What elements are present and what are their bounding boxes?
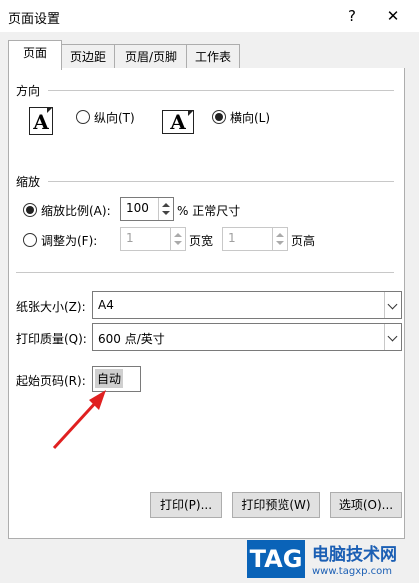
tab-sheet[interactable]: 工作表 [186, 44, 240, 69]
fit-tall-value[interactable]: 1 [228, 231, 236, 245]
section-divider [16, 272, 394, 273]
landscape-page-icon: A [162, 110, 194, 134]
print-button[interactable]: 打印(P)... [150, 492, 222, 518]
fit-wide-arrows[interactable] [170, 228, 185, 250]
paper-size-select[interactable]: A4 [92, 291, 402, 319]
portrait-label[interactable]: 纵向(T) [94, 109, 135, 126]
adjust-suffix: % 正常尺寸 [177, 204, 241, 218]
orientation-divider [48, 90, 394, 91]
spin-up-icon[interactable] [174, 233, 182, 237]
spin-down-icon[interactable] [276, 241, 284, 245]
fit-wide-value[interactable]: 1 [126, 231, 134, 245]
adjust-label[interactable]: 缩放比例(A): [41, 202, 111, 219]
adjust-percent-stepper[interactable]: 100 [120, 197, 174, 221]
landscape-label[interactable]: 横向(L) [230, 109, 270, 126]
paper-size-value[interactable]: A4 [98, 298, 114, 312]
fit-tall-suffix: 页高 [291, 234, 316, 248]
print-quality-label: 打印质量(Q): [16, 332, 87, 346]
chevron-down-icon[interactable] [387, 299, 398, 310]
scaling-legend: 缩放 [16, 175, 41, 189]
tab-margins[interactable]: 页边距 [60, 44, 116, 69]
portrait-radio[interactable] [76, 110, 90, 124]
close-button[interactable]: ✕ [378, 4, 408, 28]
print-quality-select[interactable]: 600 点/英寸 [92, 323, 402, 351]
adjust-percent-value[interactable]: 100 [126, 201, 149, 215]
fit-wide-suffix: 页宽 [189, 234, 214, 248]
watermark-url: www.tagxp.com [312, 566, 392, 577]
adjust-radio-dot [26, 206, 34, 214]
print-preview-button[interactable]: 打印预览(W) [232, 492, 320, 518]
spin-down-icon[interactable] [174, 241, 182, 245]
chevron-down-icon[interactable] [387, 331, 398, 342]
portrait-page-icon: A [29, 107, 53, 135]
landscape-radio[interactable] [212, 110, 226, 124]
print-quality-value[interactable]: 600 点/英寸 [98, 330, 165, 347]
spin-down-icon[interactable] [162, 211, 170, 215]
paper-size-dropdown[interactable] [384, 292, 401, 318]
fit-radio[interactable] [23, 233, 37, 247]
help-button[interactable]: ? [337, 4, 367, 28]
close-icon: ✕ [386, 7, 400, 25]
annotation-arrow [52, 390, 106, 450]
fit-label[interactable]: 调整为(F): [41, 232, 97, 249]
spin-up-icon[interactable] [276, 233, 284, 237]
watermark-text: 电脑技术网 [312, 545, 397, 565]
arrow-shaft [52, 398, 100, 450]
options-button[interactable]: 选项(O)... [330, 492, 402, 518]
scaling-divider [48, 181, 394, 182]
orientation-legend: 方向 [16, 84, 41, 98]
tab-header-footer[interactable]: 页眉/页脚 [114, 44, 188, 69]
adjust-percent-arrows[interactable] [158, 198, 173, 220]
fit-tall-stepper[interactable]: 1 [222, 227, 288, 251]
fit-wide-stepper[interactable]: 1 [120, 227, 186, 251]
adjust-radio[interactable] [23, 203, 37, 217]
window-title: 页面设置 [8, 12, 61, 27]
tab-page[interactable]: 页面 [8, 40, 62, 70]
fit-tall-arrows[interactable] [272, 228, 287, 250]
paper-size-label: 纸张大小(Z): [16, 300, 86, 314]
spin-up-icon[interactable] [162, 203, 170, 207]
print-quality-dropdown[interactable] [384, 324, 401, 350]
landscape-radio-dot [215, 113, 223, 121]
watermark-logo: TAG [247, 540, 305, 578]
